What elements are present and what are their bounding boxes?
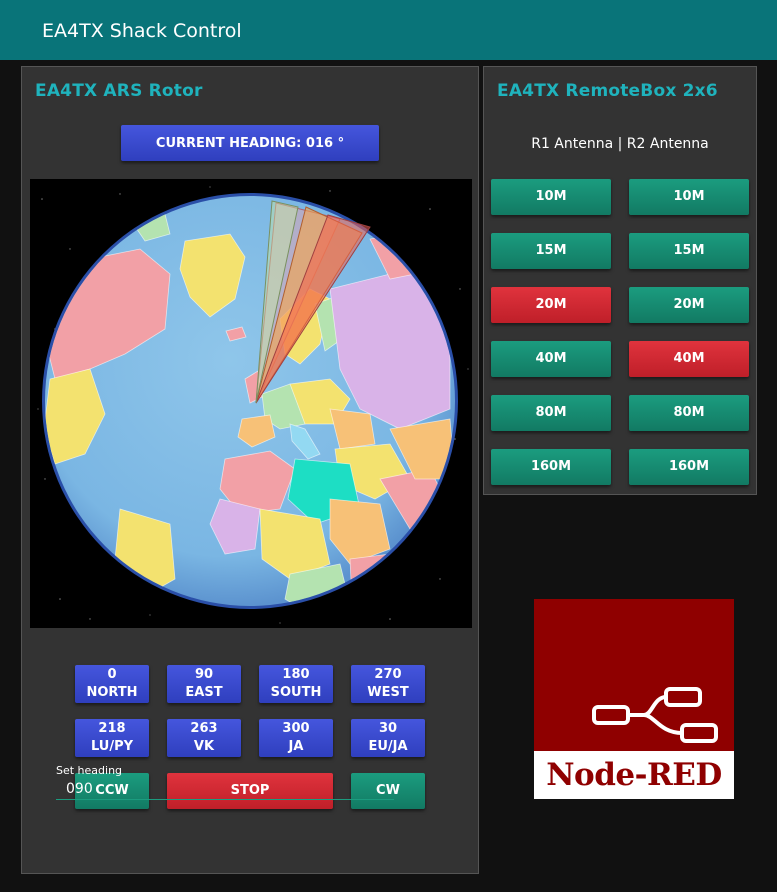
- preset-value: 90: [194, 667, 214, 682]
- r2-10m-button[interactable]: 10M: [629, 179, 749, 215]
- preset-euja-button[interactable]: 30 EU/JA: [351, 719, 425, 757]
- top-bar: EA4TX Shack Control: [0, 0, 777, 60]
- preset-label: EAST: [185, 685, 223, 700]
- r2-80m-button[interactable]: 80M: [629, 395, 749, 431]
- preset-label: WEST: [367, 685, 409, 700]
- preset-south-button[interactable]: 180 SOUTH: [259, 665, 333, 703]
- r1-10m-button[interactable]: 10M: [491, 179, 611, 215]
- r2-40m-button[interactable]: 40M: [629, 341, 749, 377]
- preset-value: 300: [282, 721, 310, 736]
- flow-icon: [592, 687, 718, 743]
- r2-15m-button[interactable]: 15M: [629, 233, 749, 269]
- set-heading-label: Set heading: [56, 764, 123, 777]
- node-red-wordmark: Node-RED: [534, 751, 734, 799]
- preset-value: 263: [190, 721, 218, 736]
- preset-label: LU/PY: [90, 739, 134, 754]
- preset-label: SOUTH: [270, 685, 322, 700]
- preset-value: 0: [107, 667, 117, 682]
- app-title: EA4TX Shack Control: [42, 20, 242, 42]
- preset-lupy-button[interactable]: 218 LU/PY: [75, 719, 149, 757]
- r1-20m-button[interactable]: 20M: [491, 287, 611, 323]
- r1-80m-button[interactable]: 80M: [491, 395, 611, 431]
- preset-label: JA: [288, 739, 304, 754]
- preset-value: 30: [378, 721, 398, 736]
- preset-label: VK: [193, 739, 215, 754]
- preset-label: EU/JA: [368, 739, 408, 754]
- set-heading-input[interactable]: [56, 778, 394, 800]
- preset-west-button[interactable]: 270 WEST: [351, 665, 425, 703]
- r2-20m-button[interactable]: 20M: [629, 287, 749, 323]
- preset-ja-button[interactable]: 300 JA: [259, 719, 333, 757]
- preset-value: 180: [282, 667, 310, 682]
- preset-value: 218: [98, 721, 126, 736]
- globe-svg: [37, 186, 469, 624]
- r1-40m-button[interactable]: 40M: [491, 341, 611, 377]
- preset-north-button[interactable]: 0 NORTH: [75, 665, 149, 703]
- remotebox-title: EA4TX RemoteBox 2x6: [497, 81, 718, 101]
- preset-vk-button[interactable]: 263 VK: [167, 719, 241, 757]
- antenna-subtitle: R1 Antenna | R2 Antenna: [531, 136, 709, 152]
- rotor-title: EA4TX ARS Rotor: [35, 81, 203, 101]
- preset-east-button[interactable]: 90 EAST: [167, 665, 241, 703]
- preset-value: 270: [374, 667, 402, 682]
- node-red-logo: Node-RED: [534, 599, 734, 799]
- r1-160m-button[interactable]: 160M: [491, 449, 611, 485]
- globe-map: [30, 179, 472, 628]
- r1-15m-button[interactable]: 15M: [491, 233, 611, 269]
- current-heading-button[interactable]: CURRENT HEADING: 016 °: [121, 125, 379, 161]
- preset-label: NORTH: [86, 685, 138, 700]
- r2-160m-button[interactable]: 160M: [629, 449, 749, 485]
